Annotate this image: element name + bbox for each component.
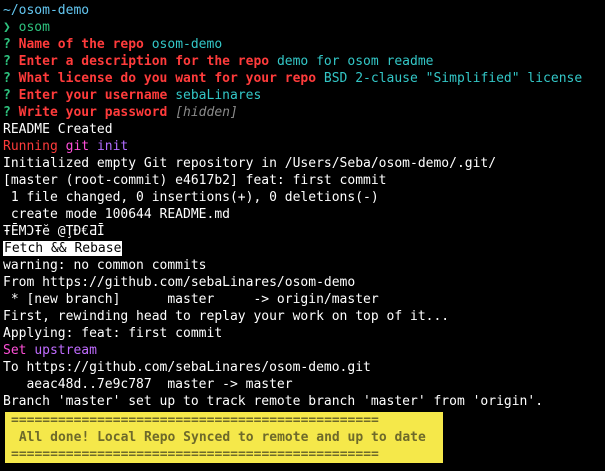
output-line: First, rewinding head to replay your wor… xyxy=(3,309,450,324)
prompt-symbol: ❯ xyxy=(3,20,11,35)
banner-separator-bottom: ========================================… xyxy=(11,447,379,462)
current-directory: ~/osom-demo xyxy=(3,3,90,18)
output-line: From https://github.com/sebaLinares/osom… xyxy=(3,275,356,290)
output-line: README Created xyxy=(3,122,113,137)
fetch-rebase-label: Fetch && Rebase xyxy=(3,241,123,256)
question-mark-icon: ? xyxy=(3,54,11,69)
question-mark-icon: ? xyxy=(3,71,11,86)
question-label: Enter your username xyxy=(18,88,168,103)
question-mark-icon: ? xyxy=(3,88,11,103)
output-line: Branch 'master' set up to track remote b… xyxy=(3,394,544,409)
fetch-rebase-line: Fetch && Rebase xyxy=(3,240,601,257)
question-answer: BSD 2-clause "Simplified" license xyxy=(323,71,583,86)
output-line: 1 file changed, 0 insertions(+), 0 delet… xyxy=(3,190,379,205)
set-upstream-line: Set upstream xyxy=(3,342,601,359)
question-label: Enter a description for the repo xyxy=(18,54,270,69)
question-mark-icon: ? xyxy=(3,105,11,120)
question-answer: demo for osom readme xyxy=(276,54,434,69)
terminal-window: ~/osom-demo ❯ osom ? Name of the repo os… xyxy=(0,0,605,463)
output-line: warning: no common commits xyxy=(3,258,207,273)
question-mark-icon: ? xyxy=(3,37,11,52)
output-line: [master (root-commit) e4617b2] feat: fir… xyxy=(3,173,387,188)
running-word: Running xyxy=(3,139,58,154)
output-line: Applying: feat: first commit xyxy=(3,326,223,341)
question-line-5: ? Write your password [hidden] xyxy=(3,104,601,121)
set-word: Set xyxy=(3,343,27,358)
output-line: To https://github.com/sebaLinares/osom-d… xyxy=(3,360,371,375)
init-word: init xyxy=(96,139,129,154)
upstream-word: upstream xyxy=(34,343,97,358)
question-label: What license do you want for your repo xyxy=(18,71,317,86)
question-label: Name of the repo xyxy=(18,37,144,52)
cwd-line: ~/osom-demo xyxy=(3,2,601,19)
output-line: Initialized empty Git repository in /Use… xyxy=(3,156,497,171)
question-line-3: ? What license do you want for your repo… xyxy=(3,70,601,87)
question-answer: [hidden] xyxy=(175,105,238,120)
output-line: create mode 100644 README.md xyxy=(3,207,230,222)
banner-message: All done! Local Repo Synced to remote an… xyxy=(11,430,426,445)
question-label: Write your password xyxy=(18,105,168,120)
done-banner: ========================================… xyxy=(5,412,443,463)
question-answer: sebaLinares xyxy=(175,88,262,103)
output-line: * [new branch] master -> origin/master xyxy=(3,292,379,307)
banner-separator-top: ========================================… xyxy=(11,413,379,428)
question-answer: osom-demo xyxy=(151,37,223,52)
command-text: osom xyxy=(18,20,50,35)
output-line: aeac48d..7e9c787 master -> master xyxy=(3,377,293,392)
garbled-output-line: ŦĒMƆŦĕ @ŢĐ€ƋĪ xyxy=(3,224,105,239)
question-line-2: ? Enter a description for the repo demo … xyxy=(3,53,601,70)
command-line: ❯ osom xyxy=(3,19,601,36)
question-line-1: ? Name of the repo osom-demo xyxy=(3,36,601,53)
question-line-4: ? Enter your username sebaLinares xyxy=(3,87,601,104)
git-word: git xyxy=(65,139,90,154)
running-git-init-line: Running git init xyxy=(3,138,601,155)
